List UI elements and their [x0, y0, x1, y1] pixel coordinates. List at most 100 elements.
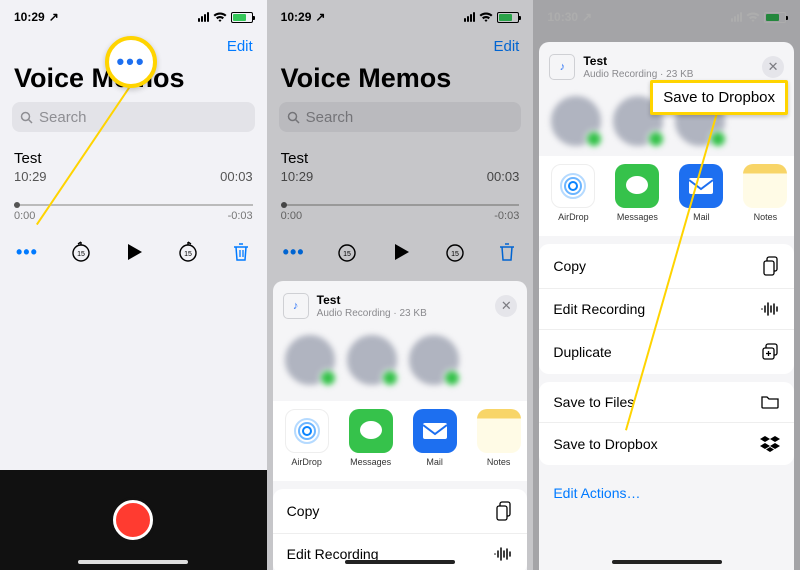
share-sheet: ♪ Test Audio Recording · 23 KB ✕ AirDrop…: [273, 281, 528, 570]
home-indicator: [612, 560, 722, 564]
app-label: Notes: [487, 457, 511, 467]
player-controls: ••• 15 15: [0, 228, 267, 282]
memo-item[interactable]: Test 10:29 00:03: [267, 144, 534, 194]
status-bar: 10:29 ↗: [267, 0, 534, 34]
close-icon[interactable]: ✕: [762, 56, 784, 78]
delete-icon[interactable]: [231, 241, 251, 263]
action-save-to-dropbox[interactable]: Save to Dropbox: [539, 423, 794, 465]
forward-15-icon[interactable]: 15: [443, 240, 467, 264]
svg-text:15: 15: [343, 251, 351, 258]
edit-button[interactable]: Edit: [493, 38, 519, 55]
battery-icon: [764, 12, 786, 23]
contact-avatar[interactable]: [409, 335, 459, 385]
wifi-icon: [746, 12, 760, 23]
close-icon[interactable]: ✕: [495, 295, 517, 317]
memo-duration: 00:03: [487, 169, 520, 184]
screenshot-1: 10:29 ↗ Edit Voice Memos Search Test 10:…: [0, 0, 267, 570]
mail-icon[interactable]: [679, 164, 723, 208]
battery-icon: [231, 12, 253, 23]
action-copy[interactable]: Copy: [539, 244, 794, 289]
notes-icon[interactable]: [743, 164, 787, 208]
action-list: Copy Edit Recording: [273, 489, 528, 570]
scrubber[interactable]: 0:00 -0:03: [281, 204, 520, 222]
memo-time: 10:29: [281, 169, 314, 184]
action-edit-recording[interactable]: Edit Recording: [273, 534, 528, 570]
cell-signal-icon: [198, 12, 209, 22]
app-row: AirDrop Messages Mail Notes Wh: [273, 401, 528, 481]
more-button[interactable]: •••: [283, 242, 305, 263]
wave-icon: [493, 546, 513, 562]
action-copy[interactable]: Copy: [273, 489, 528, 534]
copy-icon: [762, 256, 780, 276]
nav-bar: Edit: [267, 34, 534, 63]
notes-icon[interactable]: [477, 409, 521, 453]
play-icon[interactable]: [123, 241, 145, 263]
action-list: Save to Files Save to Dropbox: [539, 382, 794, 465]
action-label: Copy: [287, 503, 320, 519]
delete-icon[interactable]: [497, 241, 517, 263]
home-indicator: [78, 560, 188, 564]
action-label: Save to Dropbox: [553, 436, 657, 452]
search-placeholder: Search: [306, 109, 354, 126]
app-label: Mail: [426, 457, 443, 467]
action-duplicate[interactable]: Duplicate: [539, 330, 794, 374]
action-edit-recording[interactable]: Edit Recording: [539, 289, 794, 330]
dropbox-icon: [760, 435, 780, 453]
scrubber[interactable]: 0:00 -0:03: [14, 204, 253, 222]
file-type-icon: ♪: [283, 293, 309, 319]
rewind-15-icon[interactable]: 15: [69, 240, 93, 264]
svg-text:15: 15: [451, 251, 459, 258]
svg-text:15: 15: [184, 251, 192, 258]
wifi-icon: [213, 12, 227, 23]
action-label: Edit Recording: [553, 301, 645, 317]
clock: 10:30: [547, 10, 578, 24]
track-start: 0:00: [281, 210, 302, 222]
location-icon: ↗: [582, 10, 592, 24]
action-save-to-files[interactable]: Save to Files: [539, 382, 794, 423]
wifi-icon: [479, 12, 493, 23]
more-button[interactable]: •••: [16, 242, 38, 263]
contact-avatar[interactable]: [551, 96, 601, 146]
action-list: Copy Edit Recording Duplicate: [539, 244, 794, 374]
share-title: Test: [317, 293, 427, 307]
screenshot-2: 10:29 ↗ Edit Voice Memos Search Test 10:…: [267, 0, 534, 570]
forward-15-icon[interactable]: 15: [176, 240, 200, 264]
track-end: -0:03: [494, 210, 519, 222]
edit-button[interactable]: Edit: [227, 38, 253, 55]
search-icon: [20, 111, 33, 124]
clock: 10:29: [281, 10, 312, 24]
search-input[interactable]: Search: [12, 102, 255, 132]
annotation-callout-more: •••: [105, 36, 157, 88]
share-subtitle: Audio Recording · 23 KB: [317, 308, 427, 319]
contact-avatar[interactable]: [347, 335, 397, 385]
copy-icon: [495, 501, 513, 521]
file-type-icon: ♪: [549, 54, 575, 80]
memo-item[interactable]: Test 10:29 00:03: [0, 144, 267, 194]
play-icon[interactable]: [390, 241, 412, 263]
share-sheet: ♪ Test Audio Recording · 23 KB ✕ AirDrop…: [539, 42, 794, 570]
contact-row: [273, 327, 528, 401]
search-input[interactable]: Search: [279, 102, 522, 132]
rewind-15-icon[interactable]: 15: [335, 240, 359, 264]
battery-icon: [497, 12, 519, 23]
airdrop-icon[interactable]: [285, 409, 329, 453]
location-icon: ↗: [315, 10, 325, 24]
cell-signal-icon: [464, 12, 475, 22]
messages-icon[interactable]: [615, 164, 659, 208]
mail-icon[interactable]: [413, 409, 457, 453]
duplicate-icon: [760, 342, 780, 362]
record-button[interactable]: [113, 500, 153, 540]
contact-avatar[interactable]: [285, 335, 335, 385]
edit-actions-button[interactable]: Edit Actions…: [539, 473, 794, 513]
messages-icon[interactable]: [349, 409, 393, 453]
cell-signal-icon: [731, 12, 742, 22]
memo-title: Test: [281, 150, 520, 167]
memo-title: Test: [14, 150, 253, 167]
app-label: AirDrop: [291, 457, 322, 467]
app-label: Messages: [350, 457, 391, 467]
action-label: Copy: [553, 258, 586, 274]
app-label: Messages: [617, 212, 658, 222]
annotation-tag: Save to Dropbox: [650, 80, 788, 115]
memo-time: 10:29: [14, 169, 47, 184]
airdrop-icon[interactable]: [551, 164, 595, 208]
